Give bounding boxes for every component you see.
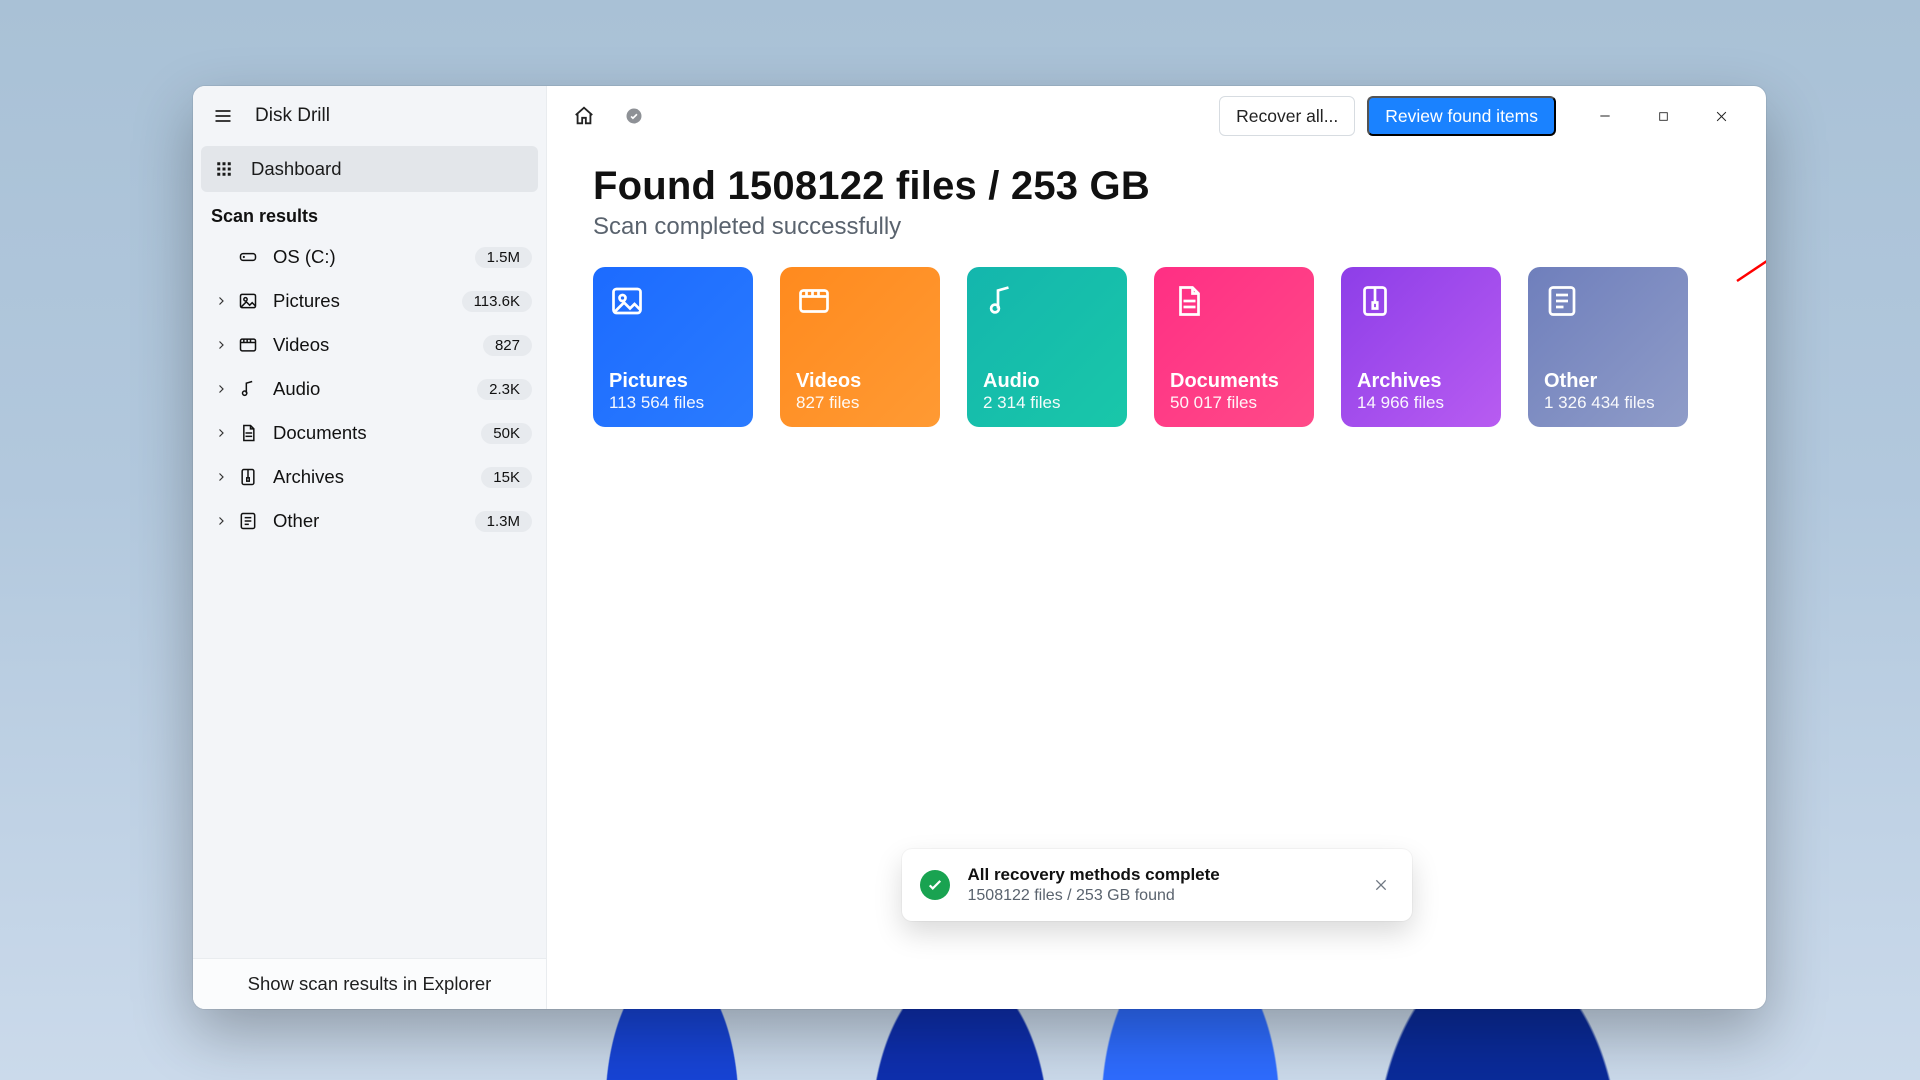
tree-row-audio[interactable]: Audio2.3K: [201, 367, 538, 411]
toast-close-button[interactable]: [1368, 872, 1394, 898]
count-badge: 1.3M: [475, 511, 532, 532]
completion-toast: All recovery methods complete 1508122 fi…: [902, 849, 1412, 921]
sidebar-header: Disk Drill: [193, 86, 546, 146]
tile-count: 113 564 files: [609, 393, 737, 413]
tile-name: Pictures: [609, 370, 737, 393]
drive-icon: [237, 247, 259, 267]
tile-name: Other: [1544, 370, 1672, 393]
window-minimize-button[interactable]: [1576, 96, 1634, 136]
tile-other[interactable]: Other1 326 434 files: [1528, 267, 1688, 427]
chevron-right-icon: [215, 295, 237, 307]
sidebar: Disk Drill Dashboard Scan results OS (C:…: [193, 86, 547, 1009]
tree-row-label: Documents: [273, 422, 481, 444]
tree-row-other[interactable]: Other1.3M: [201, 499, 538, 543]
tree-row-label: OS (C:): [273, 246, 475, 268]
tile-name: Videos: [796, 370, 924, 393]
hamburger-icon[interactable]: [205, 98, 241, 134]
category-tiles: Pictures113 564 filesVideos827 filesAudi…: [547, 259, 1766, 427]
toast-title: All recovery methods complete: [968, 865, 1368, 885]
tile-count: 1 326 434 files: [1544, 393, 1672, 413]
scan-results-tree: OS (C:)1.5MPictures113.6KVideos827Audio2…: [193, 233, 546, 551]
audio-icon: [237, 379, 259, 399]
check-badge-icon[interactable]: [619, 101, 649, 131]
recover-all-button[interactable]: Recover all...: [1219, 96, 1355, 136]
nav-dashboard[interactable]: Dashboard: [201, 146, 538, 192]
grid-icon: [215, 160, 233, 178]
chevron-right-icon: [215, 383, 237, 395]
videos-icon: [796, 283, 924, 319]
count-badge: 15K: [481, 467, 532, 488]
other-icon: [1544, 283, 1672, 319]
headline-title: Found 1508122 files / 253 GB: [593, 164, 1720, 209]
tree-row-document[interactable]: Documents50K: [201, 411, 538, 455]
sidebar-nav: Dashboard: [193, 146, 546, 192]
archives-icon: [1357, 283, 1485, 319]
pictures-icon: [237, 291, 259, 311]
show-in-explorer-link[interactable]: Show scan results in Explorer: [193, 959, 546, 1009]
home-icon[interactable]: [569, 101, 599, 131]
nav-dashboard-label: Dashboard: [251, 158, 342, 180]
tile-name: Audio: [983, 370, 1111, 393]
tile-name: Documents: [1170, 370, 1298, 393]
topbar-left: [569, 101, 649, 131]
toast-subtitle: 1508122 files / 253 GB found: [968, 887, 1368, 905]
tree-row-label: Pictures: [273, 290, 462, 312]
tree-row-archive[interactable]: Archives15K: [201, 455, 538, 499]
tile-count: 14 966 files: [1357, 393, 1485, 413]
tile-documents[interactable]: Documents50 017 files: [1154, 267, 1314, 427]
tree-row-label: Archives: [273, 466, 481, 488]
count-badge: 2.3K: [477, 379, 532, 400]
check-circle-icon: [920, 870, 950, 900]
videos-icon: [237, 335, 259, 355]
documents-icon: [1170, 283, 1298, 319]
tree-row-label: Videos: [273, 334, 483, 356]
tile-videos[interactable]: Videos827 files: [780, 267, 940, 427]
count-badge: 113.6K: [462, 291, 532, 312]
tile-count: 50 017 files: [1170, 393, 1298, 413]
archive-icon: [237, 467, 259, 487]
pictures-icon: [609, 283, 737, 319]
tree-row-videos[interactable]: Videos827: [201, 323, 538, 367]
headline: Found 1508122 files / 253 GB Scan comple…: [547, 146, 1766, 259]
headline-subtitle: Scan completed successfully: [593, 213, 1720, 241]
tile-archives[interactable]: Archives14 966 files: [1341, 267, 1501, 427]
sidebar-section-title: Scan results: [193, 192, 546, 233]
chevron-right-icon: [215, 339, 237, 351]
count-badge: 827: [483, 335, 532, 356]
window-maximize-button[interactable]: [1634, 96, 1692, 136]
topbar-actions: Recover all... Review found items: [1219, 96, 1556, 136]
review-found-items-button[interactable]: Review found items: [1367, 96, 1556, 136]
audio-icon: [983, 283, 1111, 319]
sidebar-footer: Show scan results in Explorer: [193, 958, 546, 1009]
document-icon: [237, 423, 259, 443]
window-close-button[interactable]: [1692, 96, 1750, 136]
tile-count: 2 314 files: [983, 393, 1111, 413]
window-controls: [1576, 96, 1750, 136]
chevron-right-icon: [215, 515, 237, 527]
app-title: Disk Drill: [255, 105, 330, 127]
main-area: Recover all... Review found items Found …: [547, 86, 1766, 1009]
tree-row-pictures[interactable]: Pictures113.6K: [201, 279, 538, 323]
other-icon: [237, 511, 259, 531]
toast-text: All recovery methods complete 1508122 fi…: [968, 865, 1368, 905]
count-badge: 1.5M: [475, 247, 532, 268]
tile-count: 827 files: [796, 393, 924, 413]
count-badge: 50K: [481, 423, 532, 444]
tree-row-label: Audio: [273, 378, 477, 400]
chevron-right-icon: [215, 427, 237, 439]
tile-name: Archives: [1357, 370, 1485, 393]
topbar: Recover all... Review found items: [547, 86, 1766, 146]
tree-row-label: Other: [273, 510, 475, 532]
tile-pictures[interactable]: Pictures113 564 files: [593, 267, 753, 427]
tree-row-drive[interactable]: OS (C:)1.5M: [201, 235, 538, 279]
chevron-right-icon: [215, 471, 237, 483]
tile-audio[interactable]: Audio2 314 files: [967, 267, 1127, 427]
app-window: Disk Drill Dashboard Scan results OS (C:…: [193, 86, 1766, 1009]
